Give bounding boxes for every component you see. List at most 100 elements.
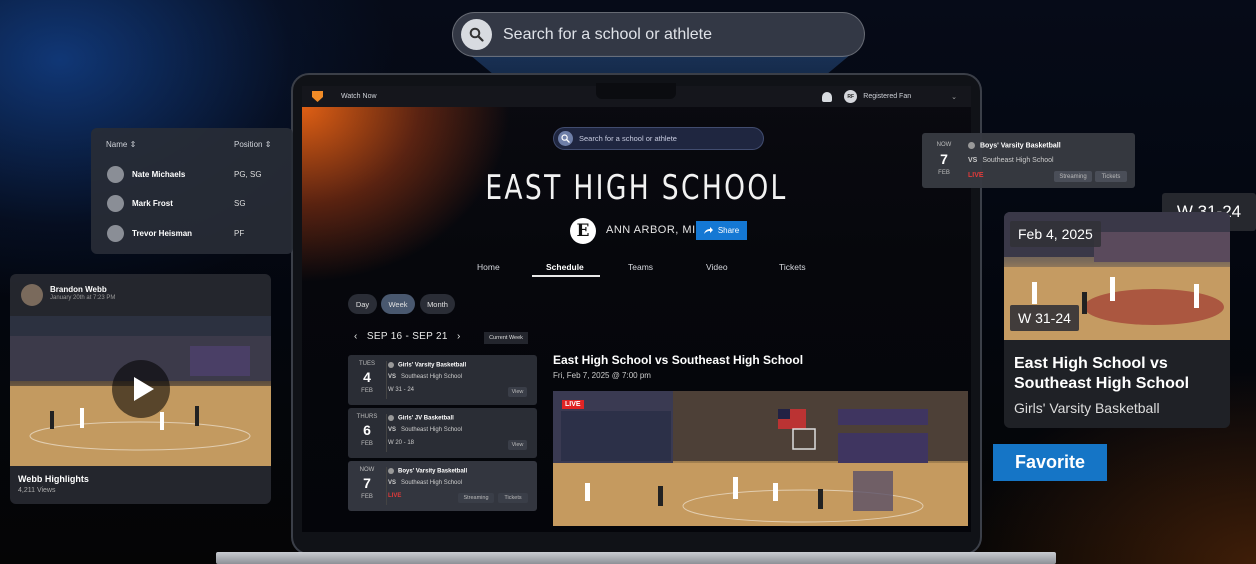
game-team: Girls' Varsity Basketball — [398, 362, 467, 369]
game-result-card[interactable]: Feb 4, 2025 W 31-24 East High School vs … — [1004, 212, 1230, 428]
view-day-button[interactable]: Day — [348, 294, 377, 314]
watch-now-link[interactable]: Watch Now — [341, 93, 377, 100]
game-result: W 20 - 18 — [388, 440, 415, 446]
game-opponent: Southeast High School — [401, 480, 463, 486]
game-team: Girls' JV Basketball — [398, 415, 454, 422]
player-position: SG — [234, 199, 246, 208]
game-subtitle: Girls' Varsity Basketball — [1014, 400, 1160, 416]
view-week-button[interactable]: Week — [381, 294, 415, 314]
share-label: Share — [717, 226, 740, 235]
game-date-badge: Feb 4, 2025 — [1010, 221, 1101, 247]
video-title: Webb Highlights — [18, 474, 89, 484]
current-week-button[interactable]: Current Week — [484, 332, 528, 344]
brand-logo-icon[interactable] — [312, 91, 323, 102]
view-month-button[interactable]: Month — [420, 294, 455, 314]
search-placeholder: Search for a school or athlete — [503, 25, 713, 43]
user-label[interactable]: Registered Fan — [863, 93, 911, 100]
game-month: FEB — [938, 170, 950, 176]
player-name: Trevor Heisman — [132, 229, 193, 238]
view-button[interactable]: View — [508, 387, 527, 397]
game-title: East High School vs Southeast High Schoo… — [1014, 355, 1190, 392]
live-badge: LIVE — [562, 400, 584, 409]
week-range: SEP 16 - SEP 21 — [366, 331, 448, 342]
tickets-button[interactable]: Tickets — [1095, 171, 1127, 182]
video-thumbnail[interactable] — [10, 316, 271, 466]
divider — [386, 361, 387, 399]
game-date: 4 — [363, 369, 371, 385]
chevron-left-icon[interactable]: ‹ — [354, 331, 358, 342]
vs-label: VS — [968, 157, 978, 164]
roster-position-header[interactable]: Position ⇕ — [234, 140, 271, 149]
video-author: Brandon Webb — [50, 285, 107, 294]
laptop-base — [216, 552, 1056, 564]
school-location: ANN ARBOR, MI — [606, 224, 696, 236]
avatar — [107, 225, 124, 242]
share-icon — [703, 227, 713, 234]
table-row[interactable]: Trevor Heisman PF — [107, 225, 277, 243]
game-day: THURS — [356, 414, 378, 420]
tab-tickets[interactable]: Tickets — [779, 262, 806, 272]
active-tab-indicator — [532, 275, 600, 277]
table-row[interactable]: Nate Michaels PG, SG — [107, 166, 277, 184]
search-icon — [461, 19, 492, 50]
featured-game-title: East High School vs Southeast High Schoo… — [553, 353, 804, 367]
vs-label: VS — [388, 480, 397, 486]
gym-scene-image — [553, 391, 968, 526]
team-icon — [388, 468, 394, 474]
tab-video[interactable]: Video — [706, 262, 728, 272]
video-card[interactable]: Brandon Webb January 20th at 7:23 PM Web… — [10, 274, 271, 504]
table-row[interactable]: Mark Frost SG — [107, 195, 277, 213]
bell-icon[interactable] — [822, 91, 833, 102]
game-team: Boys' Varsity Basketball — [980, 142, 1061, 150]
schedule-item[interactable]: TUES 4 FEB Girls' Varsity Basketball VS S… — [348, 355, 537, 405]
game-opponent: Southeast High School — [982, 157, 1054, 164]
live-stream-player[interactable]: LIVE — [553, 391, 968, 526]
game-team: Boys' Varsity Basketball — [398, 468, 468, 475]
game-month: FEB — [361, 494, 373, 500]
avatar[interactable]: RF — [844, 90, 858, 103]
game-photo: Feb 4, 2025 W 31-24 — [1004, 212, 1230, 340]
chevron-right-icon[interactable]: › — [457, 331, 461, 342]
tickets-button[interactable]: Tickets — [498, 493, 528, 503]
week-selector: ‹ SEP 16 - SEP 21 › — [354, 331, 461, 342]
search-bar[interactable]: Search for a school or athlete — [452, 12, 865, 57]
tab-home[interactable]: Home — [477, 262, 500, 272]
camera-notch — [596, 83, 676, 99]
divider — [386, 467, 387, 505]
streaming-button[interactable]: Streaming — [1054, 171, 1092, 182]
main-tabs: Home Schedule Teams Video Tickets — [462, 262, 822, 276]
player-position: PG, SG — [234, 170, 262, 179]
live-game-card[interactable]: NOW 7 FEB Boys' Varsity Basketball VS Sou… — [922, 133, 1135, 188]
search-icon — [558, 131, 573, 146]
favorite-button[interactable]: Favorite — [993, 444, 1107, 481]
live-status: LIVE — [388, 493, 402, 499]
video-date: January 20th at 7:23 PM — [50, 295, 116, 301]
game-day: NOW — [359, 467, 375, 473]
team-icon — [388, 362, 394, 368]
streaming-button[interactable]: Streaming — [458, 493, 494, 503]
chevron-down-icon[interactable]: ⌄ — [951, 93, 957, 101]
avatar — [107, 195, 124, 212]
featured-game-date: Fri, Feb 7, 2025 @ 7:00 pm — [553, 371, 651, 380]
play-icon[interactable] — [112, 360, 170, 418]
tab-schedule[interactable]: Schedule — [546, 262, 584, 272]
game-day: TUES — [358, 361, 375, 367]
avatar — [21, 284, 43, 306]
live-status: LIVE — [968, 172, 984, 179]
game-month: FEB — [361, 441, 373, 447]
roster-name-header[interactable]: Name ⇕ — [106, 140, 136, 149]
game-month: FEB — [361, 388, 373, 394]
tab-teams[interactable]: Teams — [628, 262, 653, 272]
share-button[interactable]: Share — [696, 221, 747, 240]
search-placeholder: Search for a school or athlete — [579, 134, 677, 143]
game-day: NOW — [936, 142, 952, 148]
video-views: 4,211 Views — [18, 487, 56, 494]
view-button[interactable]: View — [508, 440, 527, 450]
school-search-input[interactable]: Search for a school or athlete — [553, 127, 764, 150]
avatar — [107, 166, 124, 183]
game-date: 7 — [940, 151, 948, 167]
schedule-item[interactable]: NOW 7 FEB Boys' Varsity Basketball VS Sou… — [348, 461, 537, 511]
team-icon — [388, 415, 394, 421]
schedule-item[interactable]: THURS 6 FEB Girls' JV Basketball VS South… — [348, 408, 537, 458]
team-icon — [968, 142, 975, 149]
